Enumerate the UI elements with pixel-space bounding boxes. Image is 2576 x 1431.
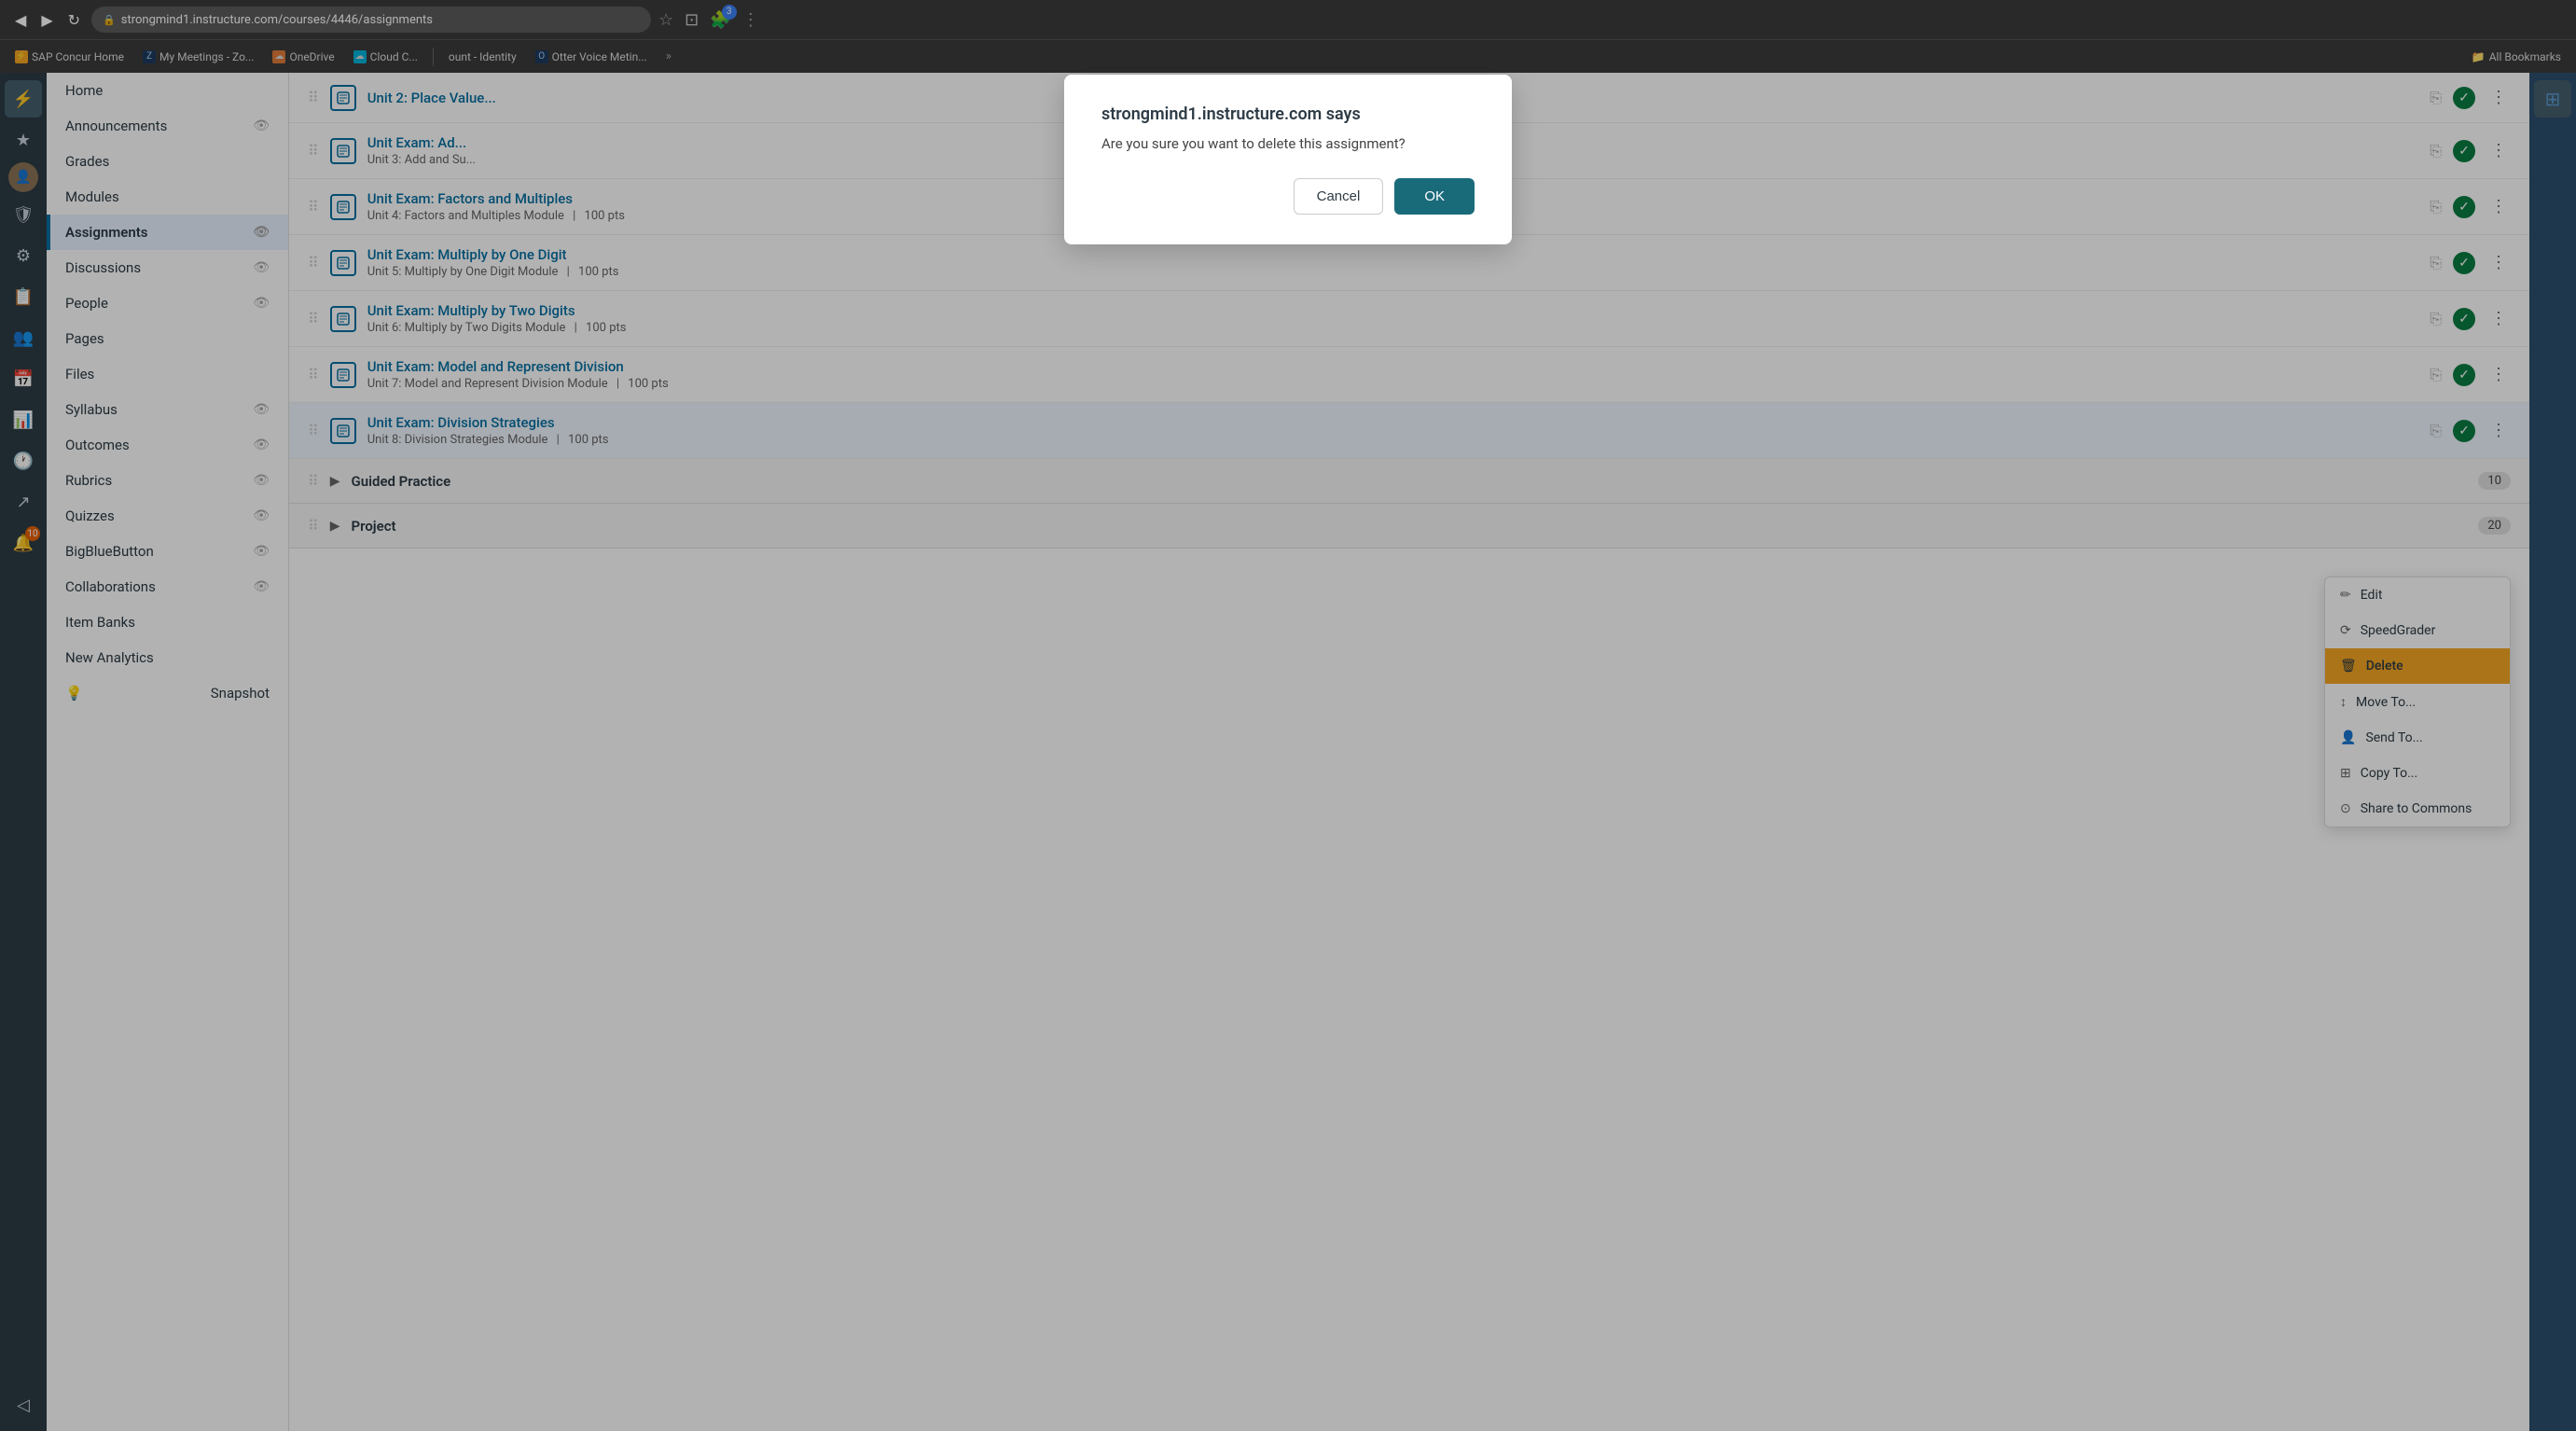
dialog-overlay: strongmind1.instructure.com says Are you…: [0, 0, 2576, 1431]
dialog-box: strongmind1.instructure.com says Are you…: [1064, 75, 1512, 244]
dialog-message: Are you sure you want to delete this ass…: [1101, 135, 1475, 152]
dialog-cancel-button[interactable]: Cancel: [1294, 178, 1384, 215]
dialog-actions: Cancel OK: [1101, 178, 1475, 215]
dialog-title: strongmind1.instructure.com says: [1101, 104, 1475, 124]
dialog-ok-button[interactable]: OK: [1394, 178, 1475, 215]
